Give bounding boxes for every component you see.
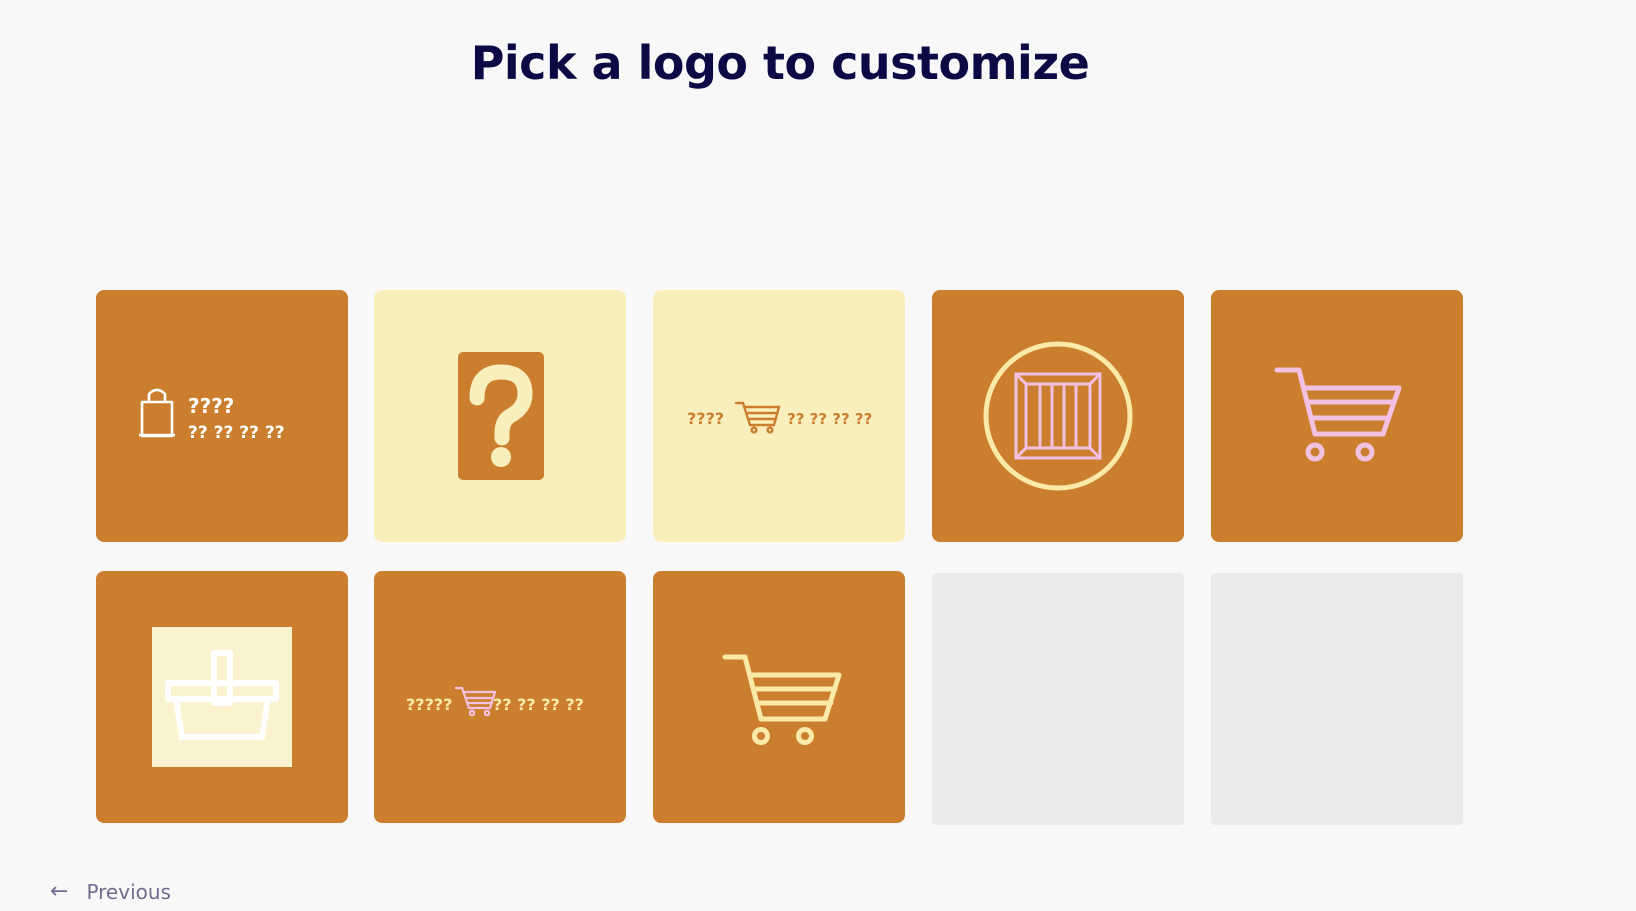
shopping-bag-icon: ???? ?? ?? ?? ?? (139, 388, 285, 443)
logo-text-after: ?? ?? ?? ?? (493, 695, 584, 714)
arrow-left-icon: ← (50, 879, 69, 904)
crate-icon (983, 341, 1133, 491)
logo-text-line1: ???? (188, 394, 234, 418)
shopping-cart-icon (1274, 367, 1402, 462)
logo-artwork: ????? ?? ?? ?? ?? (406, 686, 584, 717)
logo-option-placeholder-1 (932, 573, 1184, 825)
logo-option-4[interactable] (932, 290, 1184, 542)
logo-option-5[interactable] (1211, 290, 1463, 542)
logo-text-line2: ?? ?? ?? ?? (188, 423, 285, 443)
shopping-cart-icon (734, 401, 781, 434)
logo-option-6[interactable] (96, 571, 348, 823)
basket-icon (152, 627, 292, 767)
logo-option-7[interactable]: ????? ?? ?? ?? ?? (374, 571, 626, 823)
shopping-cart-icon (722, 654, 842, 745)
logo-option-1[interactable]: ???? ?? ?? ?? ?? (96, 290, 348, 542)
logo-text-before: ????? (406, 695, 452, 714)
logo-option-2[interactable] (374, 290, 626, 542)
previous-button[interactable]: ← Previous (50, 880, 171, 904)
logo-artwork: ???? ?? ?? ?? ?? (687, 401, 872, 434)
logo-option-3[interactable]: ???? ?? ?? ?? ?? (653, 290, 905, 542)
logo-text-before: ???? (687, 409, 724, 428)
logo-option-8[interactable] (653, 571, 905, 823)
previous-label: Previous (86, 880, 171, 904)
shopping-cart-icon (454, 686, 497, 717)
question-mark-icon (458, 352, 544, 480)
logo-option-placeholder-2 (1211, 573, 1463, 825)
logo-text-after: ?? ?? ?? ?? (787, 410, 872, 428)
page-title: Pick a logo to customize (470, 36, 1090, 90)
